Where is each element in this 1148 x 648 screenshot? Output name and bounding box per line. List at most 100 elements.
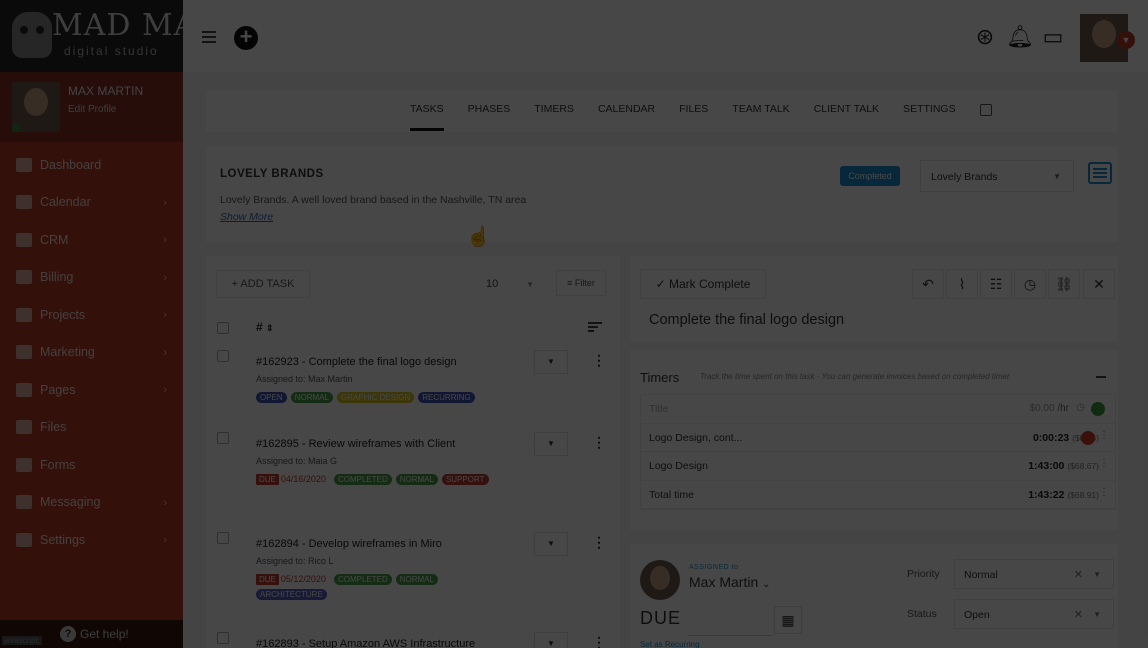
sidebar-item-label: Forms: [40, 457, 76, 472]
timers-subtitle: Track the time spent on this task - You …: [700, 372, 1010, 381]
status-select[interactable]: Open ✕ ▼: [954, 599, 1114, 629]
undo-icon[interactable]: ↶: [912, 269, 944, 299]
assignee-select[interactable]: Max Martin ⌄: [689, 574, 771, 590]
filter-label: Filter: [574, 278, 595, 288]
tab-timers[interactable]: TIMERS: [534, 90, 574, 132]
pause-icon[interactable]: [1081, 430, 1095, 445]
caret-down-icon: ▼: [547, 639, 555, 648]
task-title-link[interactable]: #162894 - Develop wireframes in Miro: [256, 538, 442, 550]
check-icon: ✓: [655, 277, 670, 291]
paperclip-icon[interactable]: ⌇: [946, 269, 978, 299]
brand-logo[interactable]: MAD MAX digital studio: [0, 0, 218, 72]
due-date-input[interactable]: [688, 608, 772, 636]
tab-settings[interactable]: SETTINGS: [903, 90, 956, 132]
sidebar-item-pages[interactable]: Pages ›: [0, 371, 183, 409]
tab-client-talk[interactable]: CLIENT TALK: [814, 90, 879, 132]
assigned-to-label: ASSIGNED to: [689, 564, 739, 571]
task-title[interactable]: Complete the final logo design: [649, 312, 844, 328]
sidebar-item-messaging[interactable]: Messaging ›: [0, 484, 183, 522]
chevron-right-icon: ›: [163, 271, 167, 284]
row-checkbox[interactable]: [217, 432, 229, 444]
bell-icon[interactable]: 🔔︎: [1006, 24, 1034, 50]
tab-team-talk[interactable]: TEAM TALK: [732, 90, 789, 132]
timer-title-input[interactable]: Title: [649, 403, 668, 415]
more-options-icon[interactable]: ⋮: [1099, 487, 1109, 498]
sidebar-item-crm[interactable]: CRM ›: [0, 221, 183, 259]
sidebar-item-billing[interactable]: Billing ›: [0, 259, 183, 297]
more-options-icon[interactable]: ⋮: [1099, 458, 1109, 469]
show-more-link[interactable]: Show More: [220, 211, 273, 223]
per-page-select[interactable]: 10 ▼: [478, 270, 542, 298]
more-options-icon[interactable]: ⋮: [592, 534, 606, 551]
column-header-number[interactable]: # ⇕: [256, 320, 274, 334]
collapse-icon[interactable]: [1096, 376, 1106, 378]
timer-time: 0:00:23: [1032, 431, 1070, 444]
tab-files[interactable]: FILES: [679, 90, 708, 132]
sidebar-item-calendar[interactable]: Calendar ›: [0, 184, 183, 222]
timer-row: Logo Design, cont...0:00:23 ($0.26)⋮: [641, 424, 1115, 452]
play-icon[interactable]: [1091, 402, 1105, 416]
row-checkbox[interactable]: [217, 632, 229, 644]
filter-button[interactable]: ≡ Filter: [556, 270, 606, 296]
more-options-icon[interactable]: ⋮: [1099, 430, 1109, 441]
stopwatch-icon[interactable]: ◷: [1014, 269, 1046, 299]
hamburger-menu-icon[interactable]: [202, 31, 216, 43]
task-tag: RECURRING: [418, 392, 475, 403]
tab-phases[interactable]: PHASES: [468, 90, 511, 132]
chat-icon[interactable]: ▭: [1040, 24, 1066, 50]
timer-new-row: Title $0.00 /hr ◷: [641, 395, 1115, 424]
row-dropdown-button[interactable]: ▼: [534, 432, 568, 456]
sidebar-item-marketing[interactable]: Marketing ›: [0, 334, 183, 372]
set-recurring-link[interactable]: Set as Recurring: [640, 640, 700, 648]
sidebar-item-settings[interactable]: Settings ›: [0, 521, 183, 559]
client-select[interactable]: Lovely Brands ▼: [920, 160, 1074, 192]
sitemap-icon[interactable]: ☷: [980, 269, 1012, 299]
get-help-button[interactable]: javascript; ? Get help!: [0, 620, 183, 648]
more-options-icon[interactable]: ⋮: [592, 352, 606, 369]
chevron-down-icon[interactable]: ▼: [1117, 31, 1135, 49]
chevron-right-icon: ›: [163, 534, 167, 546]
select-all-checkbox[interactable]: [217, 322, 229, 334]
row-dropdown-button[interactable]: ▼: [534, 532, 568, 556]
row-checkbox[interactable]: [217, 532, 229, 544]
clear-icon[interactable]: ✕: [1074, 608, 1083, 621]
lifebuoy-icon[interactable]: ⊛: [972, 24, 998, 50]
timer-rate[interactable]: $0.00 /hr: [1030, 403, 1069, 414]
edit-icon[interactable]: [979, 104, 992, 116]
link-icon[interactable]: ⛓: [1048, 269, 1080, 299]
sidebar-item-dashboard[interactable]: Dashboard: [0, 146, 183, 184]
calendar-icon[interactable]: ▦: [774, 606, 802, 634]
task-title-link[interactable]: #162895 - Review wireframes with Client: [256, 438, 455, 450]
row-checkbox[interactable]: [217, 350, 229, 362]
list-view-icon[interactable]: [1088, 162, 1112, 184]
more-options-icon[interactable]: ⋮: [592, 634, 606, 648]
timer-duration: 1:43:00 ($68.67): [1028, 460, 1099, 472]
task-title-link[interactable]: #162893 - Setup Amazon AWS Infrastructur…: [256, 638, 475, 648]
caret-down-icon: ▼: [1093, 570, 1101, 579]
tab-calendar[interactable]: CALENDAR: [598, 90, 655, 132]
edit-profile-link[interactable]: Edit Profile: [68, 104, 116, 115]
sort-lines-icon[interactable]: [588, 322, 602, 332]
row-dropdown-button[interactable]: ▼: [534, 632, 568, 648]
sidebar-item-forms[interactable]: Forms: [0, 446, 183, 484]
assignee-avatar: [640, 560, 680, 600]
priority-select[interactable]: Normal ✕ ▼: [954, 559, 1114, 589]
avatar[interactable]: [12, 82, 60, 132]
close-icon[interactable]: ✕: [1083, 269, 1115, 299]
clear-icon[interactable]: ✕: [1074, 568, 1083, 581]
more-options-icon[interactable]: ⋮: [592, 434, 606, 451]
top-bar: [183, 0, 1148, 72]
priority-value: Normal: [964, 569, 998, 581]
task-title-link[interactable]: #162923 - Complete the final logo design: [256, 356, 457, 368]
task-tags: OPEN NORMAL GRAPHIC DESIGN RECURRING: [256, 392, 496, 403]
mark-complete-button[interactable]: ✓ Mark Complete: [640, 269, 766, 299]
timer-row: Total time 1:43:22 ($68.91) ⋮: [641, 481, 1115, 509]
gear-icon: [16, 532, 32, 547]
quick-add-button[interactable]: +: [234, 26, 258, 50]
sidebar-item-files[interactable]: Files: [0, 409, 183, 447]
row-dropdown-button[interactable]: ▼: [534, 350, 568, 374]
add-task-button[interactable]: + ADD TASK: [216, 270, 310, 298]
sidebar-item-projects[interactable]: Projects ›: [0, 296, 183, 334]
clock-icon[interactable]: ◷: [1076, 402, 1085, 413]
tab-tasks[interactable]: TASKS: [410, 90, 444, 131]
